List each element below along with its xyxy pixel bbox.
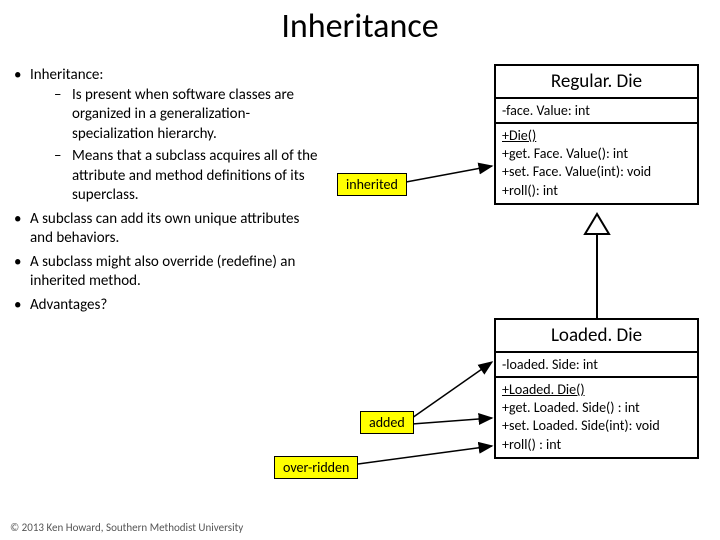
uml-class-loaded-die: Loaded. Die -loaded. Side: int +Loaded. … bbox=[494, 318, 699, 459]
uml-attributes: -loaded. Side: int bbox=[496, 353, 697, 378]
bullet-1-2-text: Means that a subclass acquires all of th… bbox=[72, 147, 317, 204]
bullet-list: Inheritance: Is present when software cl… bbox=[12, 66, 322, 319]
copyright-footer: © 2013 Ken Howard, Southern Methodist Un… bbox=[10, 521, 243, 534]
bullet-3-text: A subclass might also override (redefine… bbox=[30, 253, 295, 291]
callout-added: added bbox=[360, 411, 414, 434]
uml-op: +get. Loaded. Side() : int bbox=[502, 399, 691, 417]
callout-inherited: inherited bbox=[337, 173, 407, 196]
uml-class-name: Regular. Die bbox=[496, 66, 697, 99]
arrow-inherited-to-regular bbox=[406, 166, 492, 182]
uml-op: +set. Face. Value(int): void bbox=[502, 163, 691, 181]
uml-op: +Die() bbox=[502, 127, 691, 145]
slide-body: Inheritance: Is present when software cl… bbox=[12, 66, 708, 506]
uml-operations: +Die() +get. Face. Value(): int +set. Fa… bbox=[496, 124, 697, 203]
bullet-4-text: Advantages? bbox=[30, 296, 107, 314]
bullet-4: Advantages? bbox=[12, 296, 322, 316]
bullet-1-1: Is present when software classes are org… bbox=[54, 86, 322, 145]
uml-op: +roll(): int bbox=[502, 182, 691, 200]
bullet-2: A subclass can add its own unique attrib… bbox=[12, 210, 322, 249]
arrow-overridden-to-roll bbox=[358, 446, 492, 464]
bullet-1: Inheritance: Is present when software cl… bbox=[12, 66, 322, 206]
bullet-1-1-text: Is present when software classes are org… bbox=[72, 86, 294, 143]
uml-op: +Loaded. Die() bbox=[502, 381, 691, 399]
callout-overridden: over-ridden bbox=[274, 456, 358, 479]
uml-attributes: -face. Value: int bbox=[496, 99, 697, 124]
uml-attr: -face. Value: int bbox=[502, 102, 691, 119]
uml-op: +get. Face. Value(): int bbox=[502, 145, 691, 163]
bullet-3: A subclass might also override (redefine… bbox=[12, 253, 322, 292]
bullet-1-text: Inheritance: bbox=[30, 66, 103, 84]
arrow-added-to-loaded-attr bbox=[412, 362, 492, 418]
uml-operations: +Loaded. Die() +get. Loaded. Side() : in… bbox=[496, 378, 697, 457]
uml-class-name: Loaded. Die bbox=[496, 320, 697, 353]
uml-op: +set. Loaded. Side(int): void bbox=[502, 417, 691, 435]
slide-title: Inheritance bbox=[0, 0, 720, 47]
arrow-added-to-loaded-ops bbox=[412, 418, 492, 424]
bullet-1-2: Means that a subclass acquires all of th… bbox=[54, 147, 322, 206]
bullet-2-text: A subclass can add its own unique attrib… bbox=[30, 210, 299, 248]
uml-op: +roll() : int bbox=[502, 436, 691, 454]
uml-class-regular-die: Regular. Die -face. Value: int +Die() +g… bbox=[494, 64, 699, 205]
generalization-arrowhead-icon bbox=[585, 214, 609, 234]
uml-attr: -loaded. Side: int bbox=[502, 356, 691, 373]
